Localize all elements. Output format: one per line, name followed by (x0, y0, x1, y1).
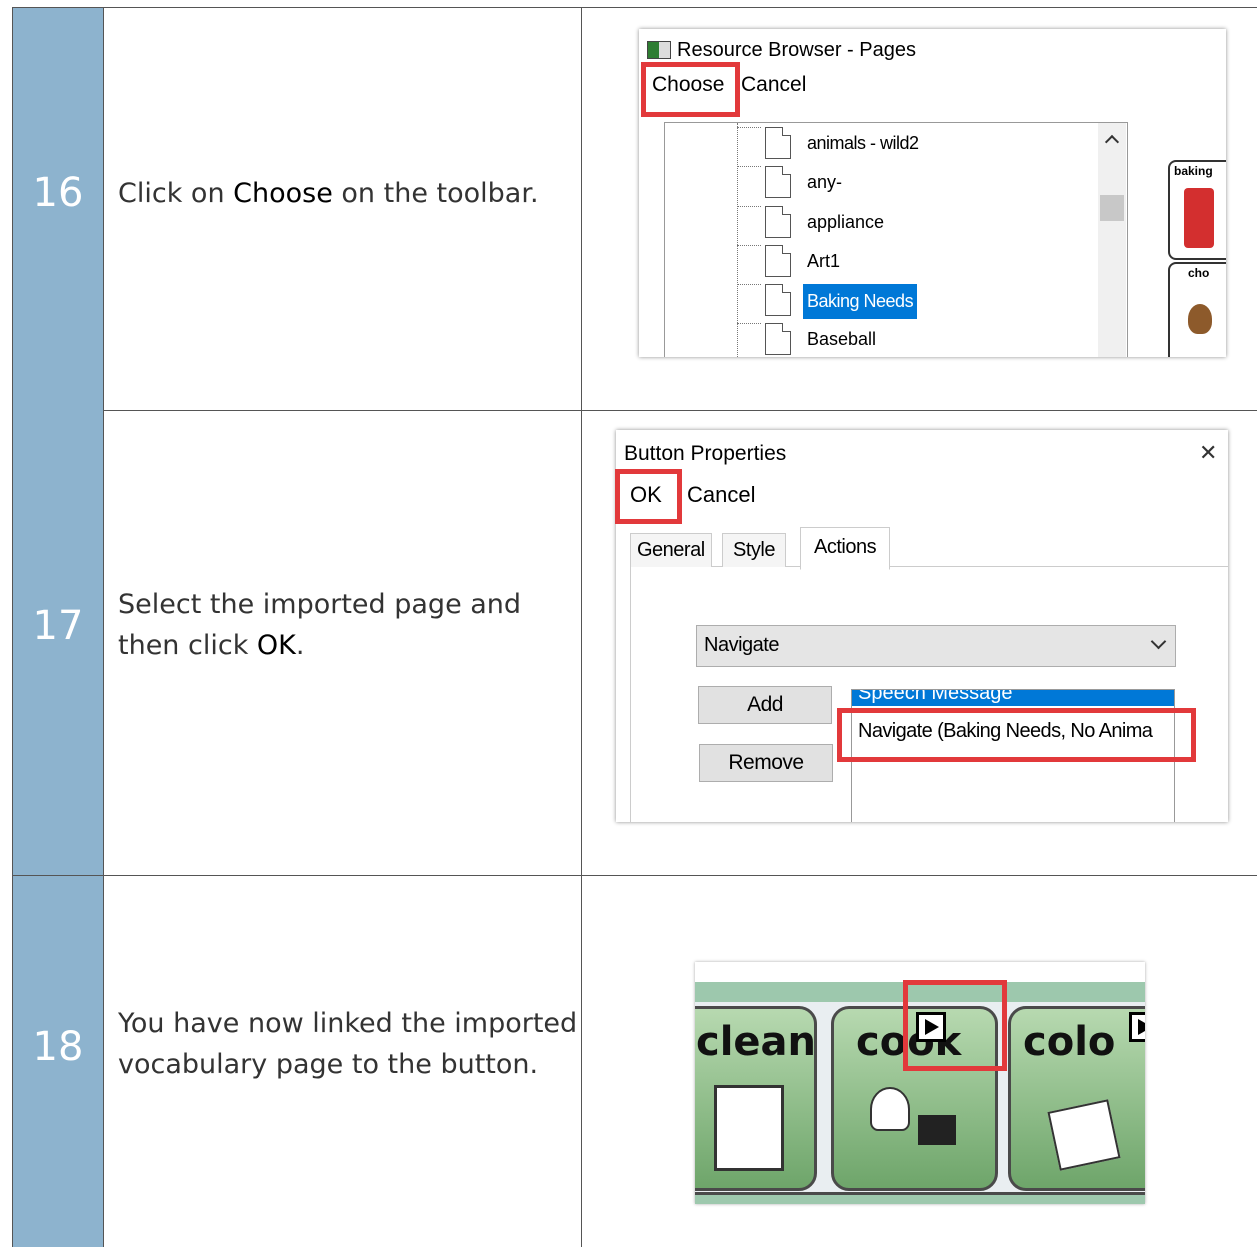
column-divider (581, 410, 582, 875)
page-file-icon (765, 206, 791, 238)
page-name: any- (807, 172, 843, 192)
action-type-select[interactable]: Navigate (696, 625, 1176, 667)
column-divider (581, 8, 582, 410)
button-properties-window: Button Properties ✕ OK Cancel General St… (616, 430, 1228, 822)
column-divider (581, 876, 582, 1247)
dialog-title: Button Properties (624, 442, 787, 465)
tab-actions[interactable]: Actions (800, 527, 891, 570)
page-tree[interactable]: animals - wild2 any- appliance Art1 Baki (664, 122, 1128, 357)
close-icon[interactable]: ✕ (1199, 440, 1217, 466)
step-number-cell: 16 (12, 8, 104, 410)
page-name-selected: Baking Needs (803, 284, 918, 319)
highlight-box (903, 980, 1007, 1071)
step-text: on the toolbar. (332, 178, 539, 209)
cancel-button[interactable]: Cancel (687, 482, 755, 508)
add-button[interactable]: Add (698, 686, 832, 724)
scrollbar[interactable] (1098, 123, 1126, 357)
step-row-18: 18 You have now linked the imported voca… (12, 876, 1257, 1247)
vocab-tile-color[interactable]: colo (1008, 1006, 1145, 1191)
step-description: You have now linked the imported vocabul… (118, 1008, 578, 1080)
scrollbar-thumb[interactable] (1100, 195, 1124, 221)
page-file-icon (765, 284, 791, 316)
step-text-emphasis: Choose (233, 178, 333, 209)
tree-connector (737, 127, 761, 128)
step-text: Select the imported page and then click (118, 589, 522, 661)
tab-general[interactable]: General (630, 533, 712, 567)
step-number: 17 (32, 603, 84, 649)
window-title: Resource Browser - Pages (677, 39, 916, 61)
chevron-up-icon[interactable] (1104, 134, 1120, 150)
step-number-cell: 17 (12, 410, 104, 875)
page-file-icon (765, 323, 791, 355)
vocab-tile-clean[interactable]: clean (695, 1006, 817, 1191)
cancel-button[interactable]: Cancel (741, 73, 806, 97)
tab-style[interactable]: Style (722, 533, 786, 567)
step-description: Select the imported page and then click … (118, 585, 578, 666)
remove-button[interactable]: Remove (699, 744, 833, 782)
page-file-icon (765, 166, 791, 198)
highlight-box (837, 708, 1196, 762)
tree-connector (737, 245, 761, 246)
preview-tile: cho (1168, 262, 1226, 357)
tree-branch-line (737, 123, 738, 357)
preview-tile-label: cho (1188, 266, 1210, 280)
step-text-emphasis: OK (256, 629, 296, 661)
tree-connector (737, 323, 761, 324)
tree-connector (737, 206, 761, 207)
page-name: Baseball (807, 329, 877, 349)
page-file-icon (765, 245, 791, 277)
tab-strip (630, 530, 1228, 567)
step-number: 16 (32, 170, 84, 216)
chocolate-icon (1188, 304, 1212, 334)
highlight-box (615, 469, 682, 524)
step-row-17: 17 Select the imported page and then cli… (12, 410, 1257, 876)
vocab-tile-label: colo (1023, 1019, 1116, 1065)
preview-tile-label: baking (1174, 164, 1213, 178)
page-name: appliance (807, 212, 885, 232)
step-number: 18 (32, 1024, 84, 1070)
highlight-box (641, 62, 740, 117)
chevron-down-icon (1150, 633, 1167, 650)
next-row-tiles (695, 1192, 1145, 1204)
chef-icon (870, 1087, 910, 1131)
page-name: Art1 (807, 251, 841, 271)
action-list-item-selected[interactable]: Speech Message (852, 690, 1174, 706)
tree-connector (737, 166, 761, 167)
navigate-arrow-icon (1129, 1012, 1145, 1042)
step-text: . (295, 629, 305, 661)
preview-tile: baking (1168, 160, 1226, 260)
picture-icon (714, 1085, 784, 1171)
action-type-value: Navigate (704, 634, 779, 656)
can-icon (1184, 188, 1214, 248)
step-row-16: 16 Click on Choose on the toolbar. Resou… (12, 7, 1257, 411)
step-number-cell: 18 (12, 876, 104, 1247)
tree-connector (737, 284, 761, 285)
app-icon (647, 41, 671, 59)
oven-icon (918, 1115, 956, 1145)
vocab-tile-label: clean (696, 1019, 817, 1065)
page-name: animals - wild2 (807, 133, 919, 153)
painting-icon (1047, 1099, 1121, 1171)
page-file-icon (765, 127, 791, 159)
step-description: Click on Choose on the toolbar. (118, 174, 578, 215)
step-text: Click on (118, 178, 234, 209)
